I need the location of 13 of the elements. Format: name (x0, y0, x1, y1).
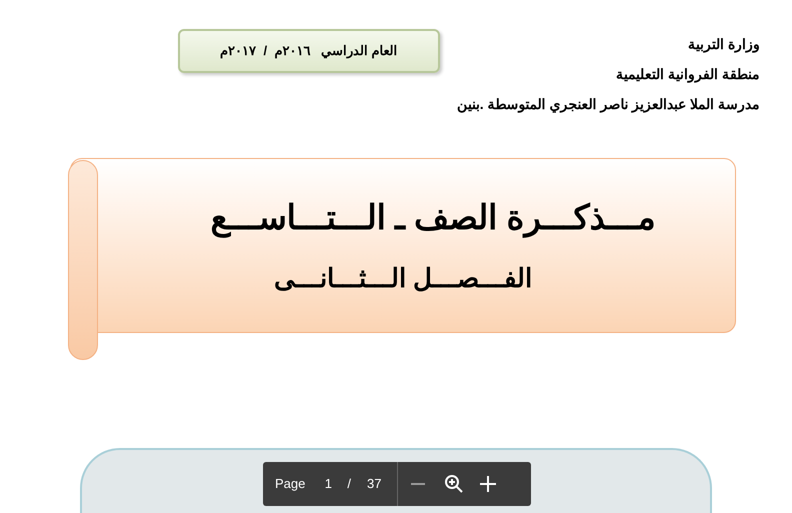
semester-title: الفـــصـــل الـــثـــانـــى (274, 264, 532, 290)
header-line: منطقة الفروانية التعليمية (616, 65, 760, 84)
page-count: 37 (367, 475, 382, 494)
page-separator: / (347, 475, 351, 494)
page-number-field[interactable]: 1 (319, 474, 338, 494)
zoom-in-icon (444, 474, 464, 494)
header-line: وزارة التربية (688, 35, 760, 54)
minus-icon (411, 483, 426, 485)
page-label: Page (275, 475, 306, 494)
plus-icon (480, 476, 496, 492)
header-line: مدرسة الملا عبدالعزيز ناصر العنجري المتوسطة .بنين (456, 95, 760, 114)
school-year: العام الدراسي ٢٠١٦م / ٢٠١٧م (220, 42, 398, 60)
zoom-in-button[interactable] (478, 474, 498, 494)
